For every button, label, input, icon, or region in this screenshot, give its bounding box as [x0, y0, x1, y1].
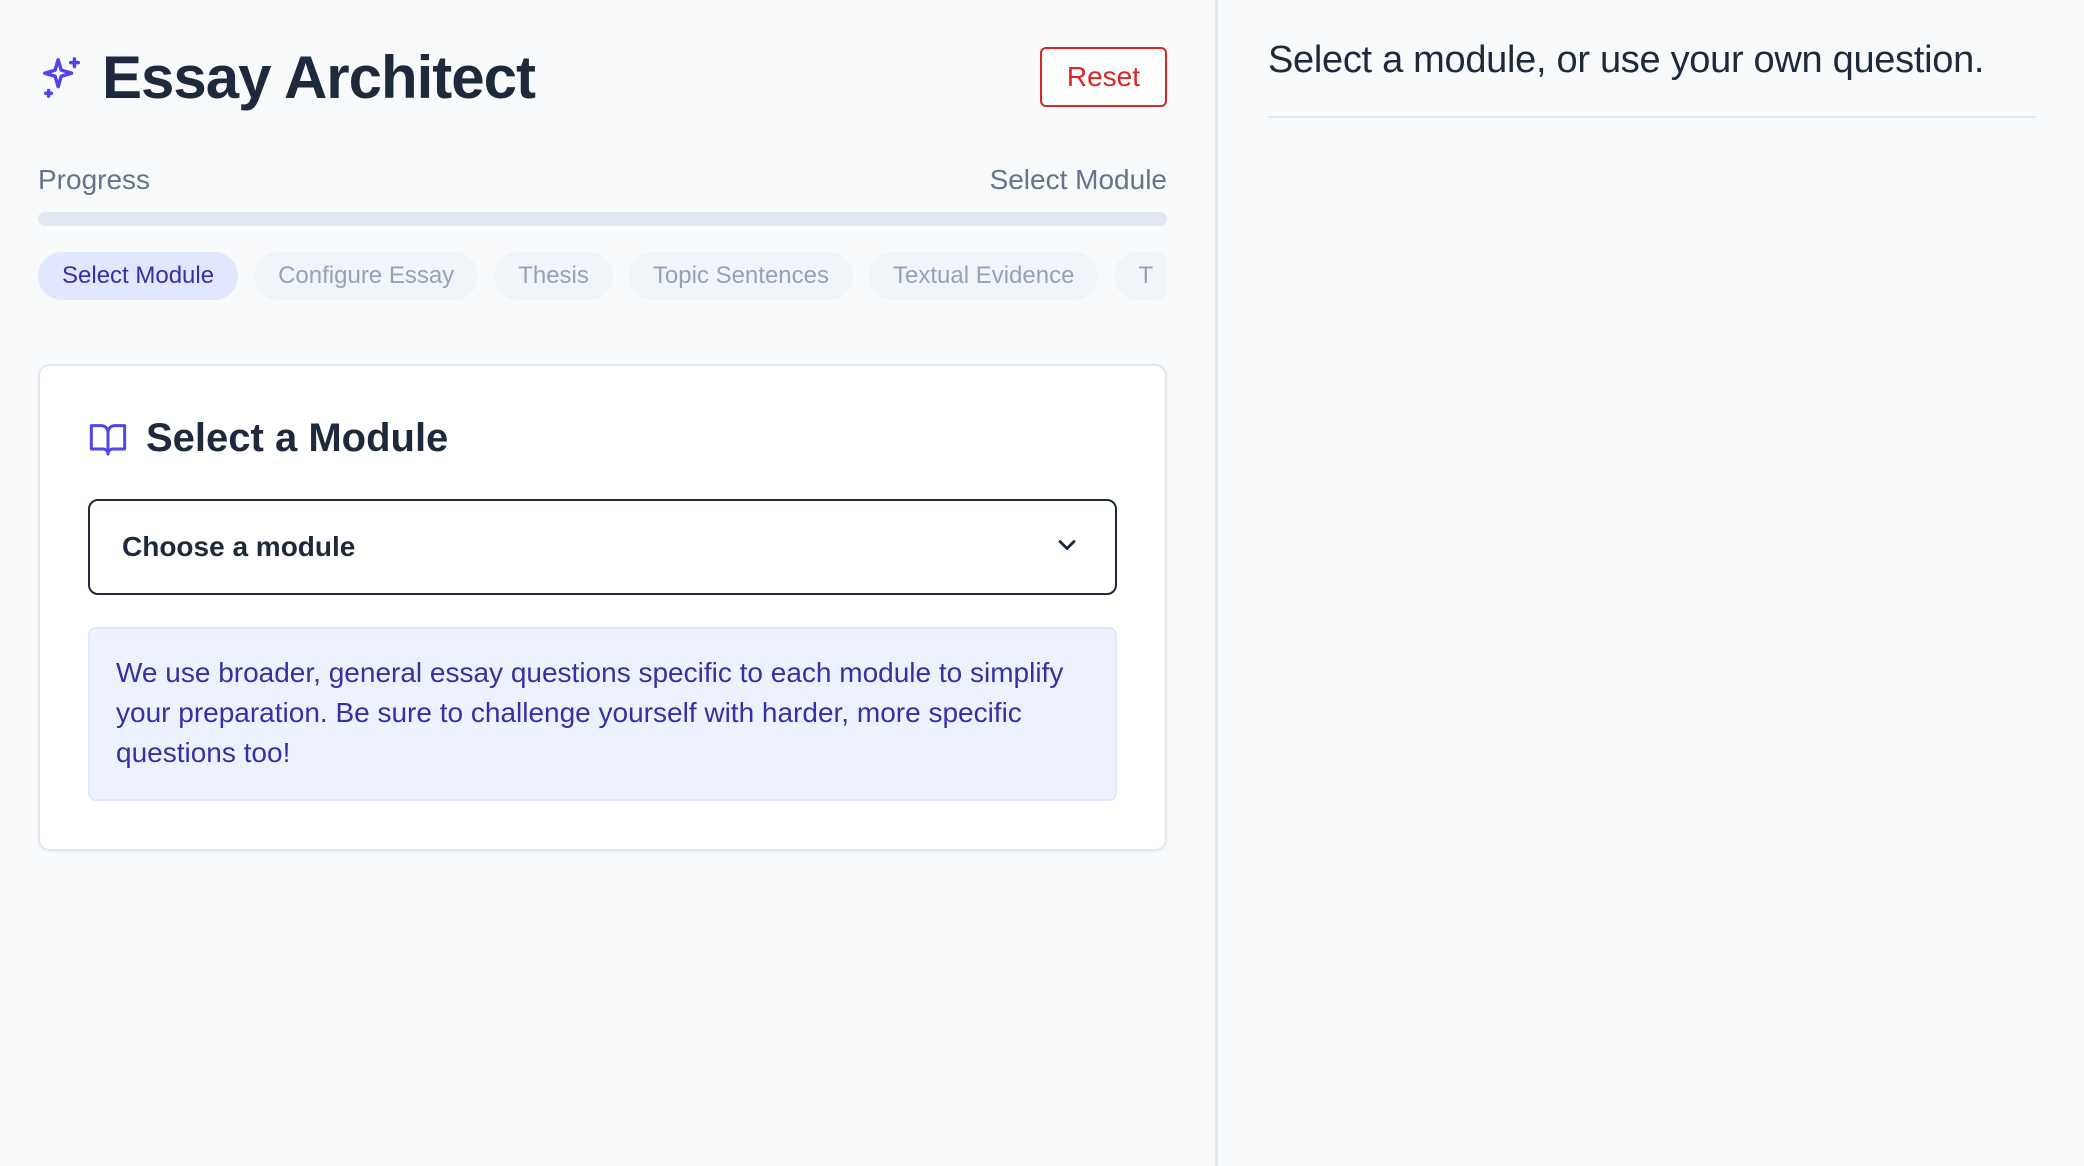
- progress-bar: [38, 212, 1167, 226]
- step-textual-evidence[interactable]: Textual Evidence: [868, 252, 1099, 300]
- current-step-label: Select Module: [989, 164, 1167, 195]
- progress-label: Progress: [38, 164, 151, 195]
- preview-heading: Select a module, or use your own questio…: [1268, 38, 1985, 81]
- module-card: Select a Module Choose a module We use b…: [38, 364, 1167, 851]
- reset-button[interactable]: Reset: [1039, 47, 1167, 107]
- builder-panel: Essay Architect Reset Progress Select Mo…: [0, 0, 1218, 1166]
- preview-panel: Select a module, or use your own questio…: [1218, 0, 2084, 1166]
- module-select-value: Choose a module: [122, 531, 356, 562]
- step-truncated[interactable]: T: [1114, 252, 1167, 300]
- brand: Essay Architect: [38, 43, 536, 112]
- module-select[interactable]: Choose a module: [88, 499, 1117, 595]
- module-info-note: We use broader, general essay questions …: [88, 627, 1117, 801]
- step-select-module[interactable]: Select Module: [38, 252, 239, 300]
- app-title: Essay Architect: [102, 43, 536, 111]
- chevron-down-icon: [1053, 531, 1081, 564]
- step-configure-essay[interactable]: Configure Essay: [254, 252, 479, 300]
- app-header: Essay Architect Reset: [38, 0, 1167, 154]
- sparkles-icon: [38, 53, 86, 101]
- book-open-icon: [88, 419, 128, 459]
- module-card-header: Select a Module: [88, 416, 1117, 461]
- step-tabs: Select Module Configure Essay Thesis Top…: [38, 252, 1167, 300]
- app-root: Essay Architect Reset Progress Select Mo…: [0, 0, 2084, 1166]
- step-topic-sentences[interactable]: Topic Sentences: [628, 252, 853, 300]
- step-thesis[interactable]: Thesis: [494, 252, 613, 300]
- module-card-title: Select a Module: [146, 416, 449, 460]
- progress-header: Progress Select Module: [38, 164, 1167, 196]
- preview-header: Select a module, or use your own questio…: [1268, 0, 2036, 118]
